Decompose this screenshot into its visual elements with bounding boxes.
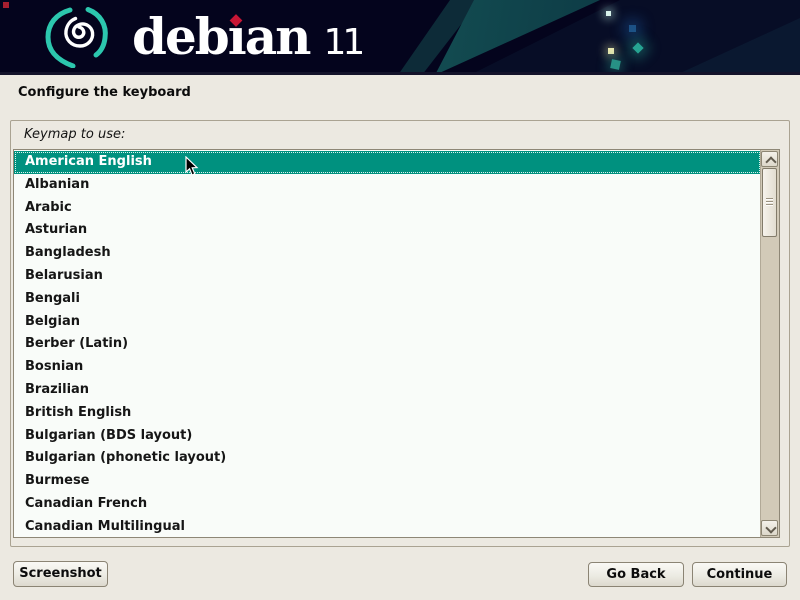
corner-mark <box>3 2 9 8</box>
keymap-listbox[interactable]: American EnglishAlbanianArabicAsturianBa… <box>13 149 780 538</box>
list-item[interactable]: Albanian <box>14 174 761 197</box>
list-item[interactable]: Asturian <box>14 219 761 242</box>
list-item[interactable]: Arabic <box>14 197 761 220</box>
brand-logotype: debıan 11 <box>132 0 361 72</box>
chevron-down-icon <box>765 522 776 533</box>
list-item[interactable]: Bulgarian (BDS layout) <box>14 425 761 448</box>
scroll-down-button[interactable] <box>761 520 778 536</box>
list-item[interactable]: Berber (Latin) <box>14 333 761 356</box>
banner-wedge <box>0 0 800 72</box>
banner-sparkle <box>629 25 636 32</box>
list-item[interactable]: Burmese <box>14 470 761 493</box>
list-item[interactable]: Bosnian <box>14 356 761 379</box>
banner-sparkle <box>610 59 621 70</box>
chevron-up-icon <box>765 156 776 167</box>
page-title: Configure the keyboard <box>18 85 191 100</box>
keymap-label: Keymap to use: <box>24 127 125 142</box>
list-item[interactable]: Belarusian <box>14 265 761 288</box>
screenshot-button[interactable]: Screenshot <box>13 561 108 587</box>
list-item[interactable]: Bengali <box>14 288 761 311</box>
list-item[interactable]: Canadian French <box>14 493 761 516</box>
list-item[interactable]: Bangladesh <box>14 242 761 265</box>
list-item[interactable]: Canadian Multilingual <box>14 516 761 537</box>
continue-button[interactable]: Continue <box>692 562 787 587</box>
list-item[interactable]: British English <box>14 402 761 425</box>
brand-diamond-icon <box>230 14 243 27</box>
banner: debıan 11 <box>0 0 800 75</box>
keymap-list[interactable]: American EnglishAlbanianArabicAsturianBa… <box>14 151 761 537</box>
banner-sparkle <box>608 48 614 54</box>
go-back-button[interactable]: Go Back <box>588 562 684 587</box>
thumb-grip-icon <box>766 198 773 206</box>
banner-sparkle <box>606 11 611 16</box>
scrollbar[interactable] <box>760 150 779 537</box>
list-item[interactable]: Bulgarian (phonetic layout) <box>14 447 761 470</box>
brand-version: 11 <box>323 22 361 63</box>
debian-swirl-icon <box>44 6 112 68</box>
list-item[interactable]: Belgian <box>14 311 761 334</box>
list-item[interactable]: American English <box>14 151 761 174</box>
list-item[interactable]: Brazilian <box>14 379 761 402</box>
brand-text: debıan <box>132 7 309 66</box>
scrollbar-thumb[interactable] <box>762 168 777 237</box>
scroll-up-button[interactable] <box>761 151 778 167</box>
